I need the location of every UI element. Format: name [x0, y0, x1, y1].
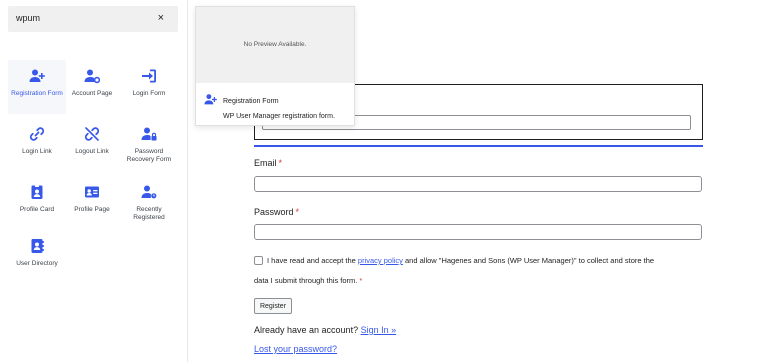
password-label: Password *	[254, 207, 300, 217]
block-recently-registered[interactable]: Recently Registered	[120, 176, 178, 226]
preview-title: Registration Form	[223, 98, 279, 105]
privacy-consent-text-line2: data I submit through this form. *	[254, 276, 363, 285]
link-icon	[29, 127, 45, 141]
register-button[interactable]: Register	[254, 298, 292, 314]
block-label: Profile Card	[19, 206, 55, 213]
block-profile-page[interactable]: Profile Page	[63, 176, 121, 226]
lost-password: Lost your password?	[254, 344, 337, 354]
user-clock-icon	[141, 185, 157, 199]
close-icon[interactable]: ×	[158, 11, 164, 25]
user-plus-icon	[204, 94, 217, 105]
required-marker: *	[359, 276, 363, 285]
signin-prompt: Already have an account? Sign In »	[254, 325, 397, 335]
user-gear-icon	[84, 69, 100, 84]
block-logout-link[interactable]: Logout Link	[63, 118, 121, 172]
block-label: Login Form	[132, 90, 166, 97]
block-label: Login Link	[22, 148, 52, 155]
search-input[interactable]: wpum	[16, 13, 40, 23]
block-label: User Directory	[16, 260, 58, 267]
block-label: Password Recovery Form	[126, 148, 172, 163]
unlink-icon	[84, 127, 100, 141]
block-preview-popover: No Preview Available. Registration Form …	[195, 6, 355, 126]
email-field[interactable]	[254, 176, 702, 192]
block-login-form[interactable]: Login Form	[120, 60, 178, 114]
preview-area: No Preview Available.	[196, 7, 354, 83]
user-plus-icon	[29, 69, 45, 82]
email-label: Email *	[254, 158, 283, 168]
block-user-directory[interactable]: User Directory	[8, 230, 66, 272]
required-marker: *	[295, 207, 300, 217]
id-badge-icon	[31, 185, 43, 199]
required-marker: *	[278, 158, 283, 168]
block-label: Recently Registered	[133, 206, 165, 221]
block-account-page[interactable]: Account Page	[63, 60, 121, 114]
block-label: Logout Link	[75, 148, 109, 155]
sign-in-icon	[142, 69, 156, 83]
block-label: Account Page	[71, 90, 113, 97]
block-registration-form[interactable]: Registration Form	[8, 60, 66, 114]
preview-description: WP User Manager registration form.	[223, 113, 335, 120]
id-card-icon	[85, 186, 99, 198]
block-label: Registration Form	[11, 90, 63, 97]
user-lock-icon	[141, 127, 157, 141]
block-search-field[interactable]: wpum ×	[8, 6, 178, 32]
privacy-consent-text: I have read and accept the privacy polic…	[267, 256, 655, 265]
no-preview-text: No Preview Available.	[243, 41, 307, 48]
block-inserter-panel: wpum × Registration Form Account Page Lo…	[0, 0, 188, 362]
sign-in-link[interactable]: Sign In »	[361, 325, 397, 335]
block-login-link[interactable]: Login Link	[8, 118, 66, 172]
password-field[interactable]	[254, 224, 702, 240]
block-label: Profile Page	[74, 206, 110, 213]
block-password-recovery-form[interactable]: Password Recovery Form	[120, 118, 178, 172]
lost-password-link[interactable]: Lost your password?	[254, 344, 337, 354]
privacy-consent-checkbox[interactable]	[254, 256, 263, 265]
address-book-icon	[31, 239, 44, 253]
privacy-policy-link[interactable]: privacy policy	[358, 256, 403, 265]
block-profile-card[interactable]: Profile Card	[8, 176, 66, 226]
block-divider-line	[254, 145, 703, 147]
